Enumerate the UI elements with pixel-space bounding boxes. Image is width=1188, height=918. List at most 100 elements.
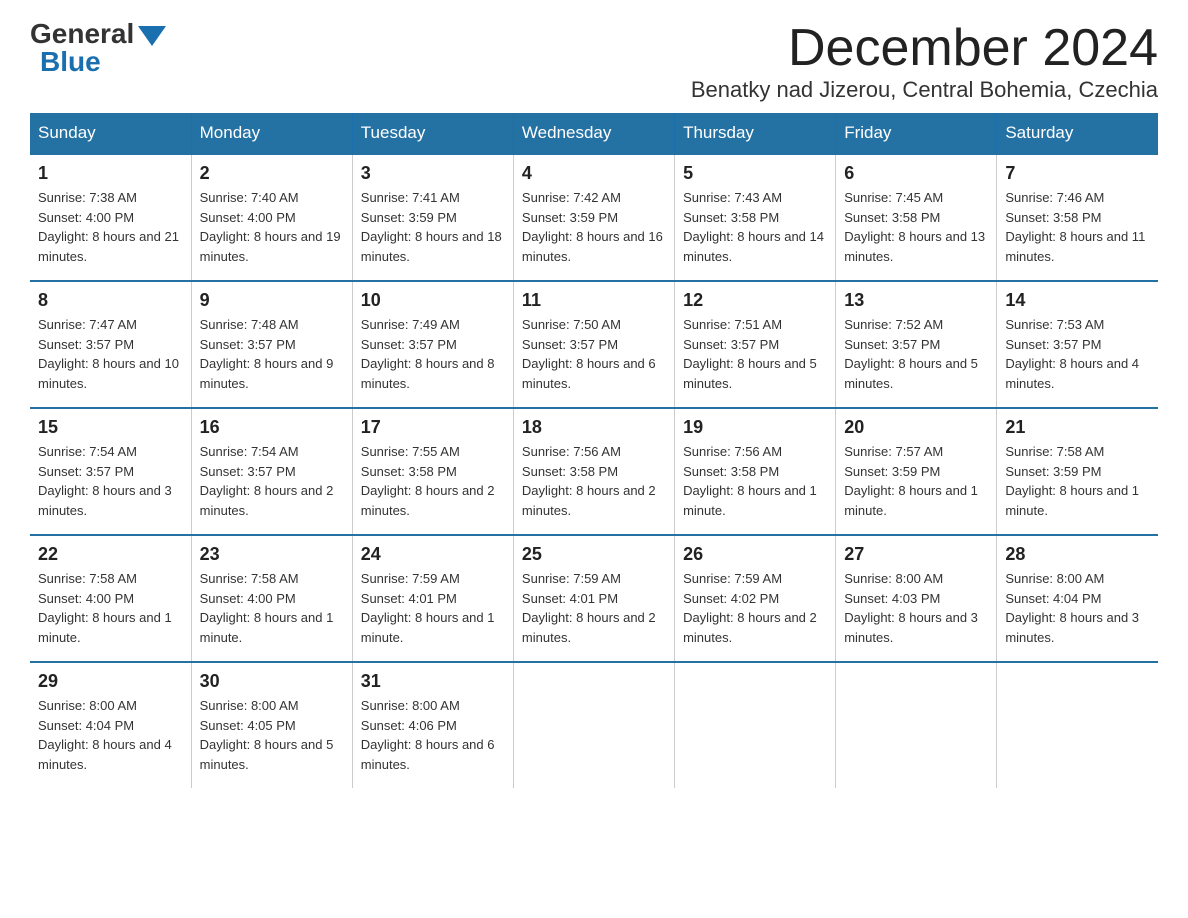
day-number: 4	[522, 163, 666, 184]
day-info: Sunrise: 7:40 AM Sunset: 4:00 PM Dayligh…	[200, 188, 344, 266]
calendar-cell: 25 Sunrise: 7:59 AM Sunset: 4:01 PM Dayl…	[513, 535, 674, 662]
calendar-cell: 13 Sunrise: 7:52 AM Sunset: 3:57 PM Dayl…	[836, 281, 997, 408]
day-number: 26	[683, 544, 827, 565]
day-number: 10	[361, 290, 505, 311]
day-info: Sunrise: 7:42 AM Sunset: 3:59 PM Dayligh…	[522, 188, 666, 266]
calendar-cell: 19 Sunrise: 7:56 AM Sunset: 3:58 PM Dayl…	[675, 408, 836, 535]
day-info: Sunrise: 8:00 AM Sunset: 4:04 PM Dayligh…	[1005, 569, 1150, 647]
day-number: 18	[522, 417, 666, 438]
day-number: 7	[1005, 163, 1150, 184]
day-info: Sunrise: 7:47 AM Sunset: 3:57 PM Dayligh…	[38, 315, 183, 393]
day-number: 20	[844, 417, 988, 438]
day-info: Sunrise: 7:55 AM Sunset: 3:58 PM Dayligh…	[361, 442, 505, 520]
calendar-cell	[513, 662, 674, 788]
day-number: 5	[683, 163, 827, 184]
calendar-week-row: 8 Sunrise: 7:47 AM Sunset: 3:57 PM Dayli…	[30, 281, 1158, 408]
day-info: Sunrise: 7:58 AM Sunset: 4:00 PM Dayligh…	[38, 569, 183, 647]
day-number: 1	[38, 163, 183, 184]
day-number: 3	[361, 163, 505, 184]
calendar-cell	[836, 662, 997, 788]
calendar-cell: 6 Sunrise: 7:45 AM Sunset: 3:58 PM Dayli…	[836, 154, 997, 281]
day-number: 27	[844, 544, 988, 565]
day-info: Sunrise: 7:53 AM Sunset: 3:57 PM Dayligh…	[1005, 315, 1150, 393]
day-number: 28	[1005, 544, 1150, 565]
calendar-cell: 28 Sunrise: 8:00 AM Sunset: 4:04 PM Dayl…	[997, 535, 1158, 662]
calendar-cell: 12 Sunrise: 7:51 AM Sunset: 3:57 PM Dayl…	[675, 281, 836, 408]
day-number: 9	[200, 290, 344, 311]
weekday-header-tuesday: Tuesday	[352, 113, 513, 154]
calendar-cell: 26 Sunrise: 7:59 AM Sunset: 4:02 PM Dayl…	[675, 535, 836, 662]
calendar-cell: 29 Sunrise: 8:00 AM Sunset: 4:04 PM Dayl…	[30, 662, 191, 788]
calendar-cell: 3 Sunrise: 7:41 AM Sunset: 3:59 PM Dayli…	[352, 154, 513, 281]
calendar-cell: 8 Sunrise: 7:47 AM Sunset: 3:57 PM Dayli…	[30, 281, 191, 408]
weekday-header-sunday: Sunday	[30, 113, 191, 154]
day-info: Sunrise: 7:59 AM Sunset: 4:01 PM Dayligh…	[522, 569, 666, 647]
calendar-cell: 31 Sunrise: 8:00 AM Sunset: 4:06 PM Dayl…	[352, 662, 513, 788]
calendar-week-row: 29 Sunrise: 8:00 AM Sunset: 4:04 PM Dayl…	[30, 662, 1158, 788]
calendar-cell: 27 Sunrise: 8:00 AM Sunset: 4:03 PM Dayl…	[836, 535, 997, 662]
day-number: 15	[38, 417, 183, 438]
day-info: Sunrise: 7:54 AM Sunset: 3:57 PM Dayligh…	[38, 442, 183, 520]
day-number: 24	[361, 544, 505, 565]
day-number: 11	[522, 290, 666, 311]
calendar-cell: 2 Sunrise: 7:40 AM Sunset: 4:00 PM Dayli…	[191, 154, 352, 281]
day-number: 22	[38, 544, 183, 565]
calendar-cell: 23 Sunrise: 7:58 AM Sunset: 4:00 PM Dayl…	[191, 535, 352, 662]
day-info: Sunrise: 8:00 AM Sunset: 4:05 PM Dayligh…	[200, 696, 344, 774]
calendar-cell: 30 Sunrise: 8:00 AM Sunset: 4:05 PM Dayl…	[191, 662, 352, 788]
calendar-cell: 22 Sunrise: 7:58 AM Sunset: 4:00 PM Dayl…	[30, 535, 191, 662]
day-info: Sunrise: 8:00 AM Sunset: 4:04 PM Dayligh…	[38, 696, 183, 774]
day-number: 2	[200, 163, 344, 184]
calendar-cell	[675, 662, 836, 788]
day-info: Sunrise: 7:45 AM Sunset: 3:58 PM Dayligh…	[844, 188, 988, 266]
calendar-cell: 17 Sunrise: 7:55 AM Sunset: 3:58 PM Dayl…	[352, 408, 513, 535]
page-subtitle: Benatky nad Jizerou, Central Bohemia, Cz…	[691, 77, 1158, 103]
day-info: Sunrise: 7:43 AM Sunset: 3:58 PM Dayligh…	[683, 188, 827, 266]
day-info: Sunrise: 7:49 AM Sunset: 3:57 PM Dayligh…	[361, 315, 505, 393]
day-info: Sunrise: 7:46 AM Sunset: 3:58 PM Dayligh…	[1005, 188, 1150, 266]
day-info: Sunrise: 7:56 AM Sunset: 3:58 PM Dayligh…	[683, 442, 827, 520]
weekday-header-wednesday: Wednesday	[513, 113, 674, 154]
weekday-header-thursday: Thursday	[675, 113, 836, 154]
day-number: 12	[683, 290, 827, 311]
day-info: Sunrise: 7:38 AM Sunset: 4:00 PM Dayligh…	[38, 188, 183, 266]
weekday-header-friday: Friday	[836, 113, 997, 154]
day-info: Sunrise: 7:54 AM Sunset: 3:57 PM Dayligh…	[200, 442, 344, 520]
logo: General Blue	[30, 20, 166, 76]
title-block: December 2024 Benatky nad Jizerou, Centr…	[691, 20, 1158, 103]
calendar-week-row: 15 Sunrise: 7:54 AM Sunset: 3:57 PM Dayl…	[30, 408, 1158, 535]
page-header: General Blue December 2024 Benatky nad J…	[30, 20, 1158, 103]
calendar-cell: 24 Sunrise: 7:59 AM Sunset: 4:01 PM Dayl…	[352, 535, 513, 662]
day-number: 14	[1005, 290, 1150, 311]
day-number: 16	[200, 417, 344, 438]
calendar-cell: 5 Sunrise: 7:43 AM Sunset: 3:58 PM Dayli…	[675, 154, 836, 281]
day-info: Sunrise: 7:50 AM Sunset: 3:57 PM Dayligh…	[522, 315, 666, 393]
day-number: 25	[522, 544, 666, 565]
day-number: 13	[844, 290, 988, 311]
calendar-cell: 15 Sunrise: 7:54 AM Sunset: 3:57 PM Dayl…	[30, 408, 191, 535]
day-number: 31	[361, 671, 505, 692]
calendar-cell: 20 Sunrise: 7:57 AM Sunset: 3:59 PM Dayl…	[836, 408, 997, 535]
weekday-header-saturday: Saturday	[997, 113, 1158, 154]
day-number: 23	[200, 544, 344, 565]
calendar-cell: 16 Sunrise: 7:54 AM Sunset: 3:57 PM Dayl…	[191, 408, 352, 535]
calendar-cell: 1 Sunrise: 7:38 AM Sunset: 4:00 PM Dayli…	[30, 154, 191, 281]
calendar-cell: 14 Sunrise: 7:53 AM Sunset: 3:57 PM Dayl…	[997, 281, 1158, 408]
logo-blue-text: Blue	[40, 48, 101, 76]
day-info: Sunrise: 8:00 AM Sunset: 4:03 PM Dayligh…	[844, 569, 988, 647]
calendar-cell: 9 Sunrise: 7:48 AM Sunset: 3:57 PM Dayli…	[191, 281, 352, 408]
day-info: Sunrise: 7:51 AM Sunset: 3:57 PM Dayligh…	[683, 315, 827, 393]
calendar-cell: 4 Sunrise: 7:42 AM Sunset: 3:59 PM Dayli…	[513, 154, 674, 281]
day-info: Sunrise: 7:59 AM Sunset: 4:01 PM Dayligh…	[361, 569, 505, 647]
day-info: Sunrise: 7:58 AM Sunset: 3:59 PM Dayligh…	[1005, 442, 1150, 520]
calendar-cell: 7 Sunrise: 7:46 AM Sunset: 3:58 PM Dayli…	[997, 154, 1158, 281]
day-number: 8	[38, 290, 183, 311]
day-number: 30	[200, 671, 344, 692]
calendar-week-row: 22 Sunrise: 7:58 AM Sunset: 4:00 PM Dayl…	[30, 535, 1158, 662]
day-number: 29	[38, 671, 183, 692]
day-info: Sunrise: 7:58 AM Sunset: 4:00 PM Dayligh…	[200, 569, 344, 647]
day-info: Sunrise: 7:48 AM Sunset: 3:57 PM Dayligh…	[200, 315, 344, 393]
calendar-cell: 21 Sunrise: 7:58 AM Sunset: 3:59 PM Dayl…	[997, 408, 1158, 535]
logo-triangle-icon	[138, 26, 166, 46]
day-number: 21	[1005, 417, 1150, 438]
